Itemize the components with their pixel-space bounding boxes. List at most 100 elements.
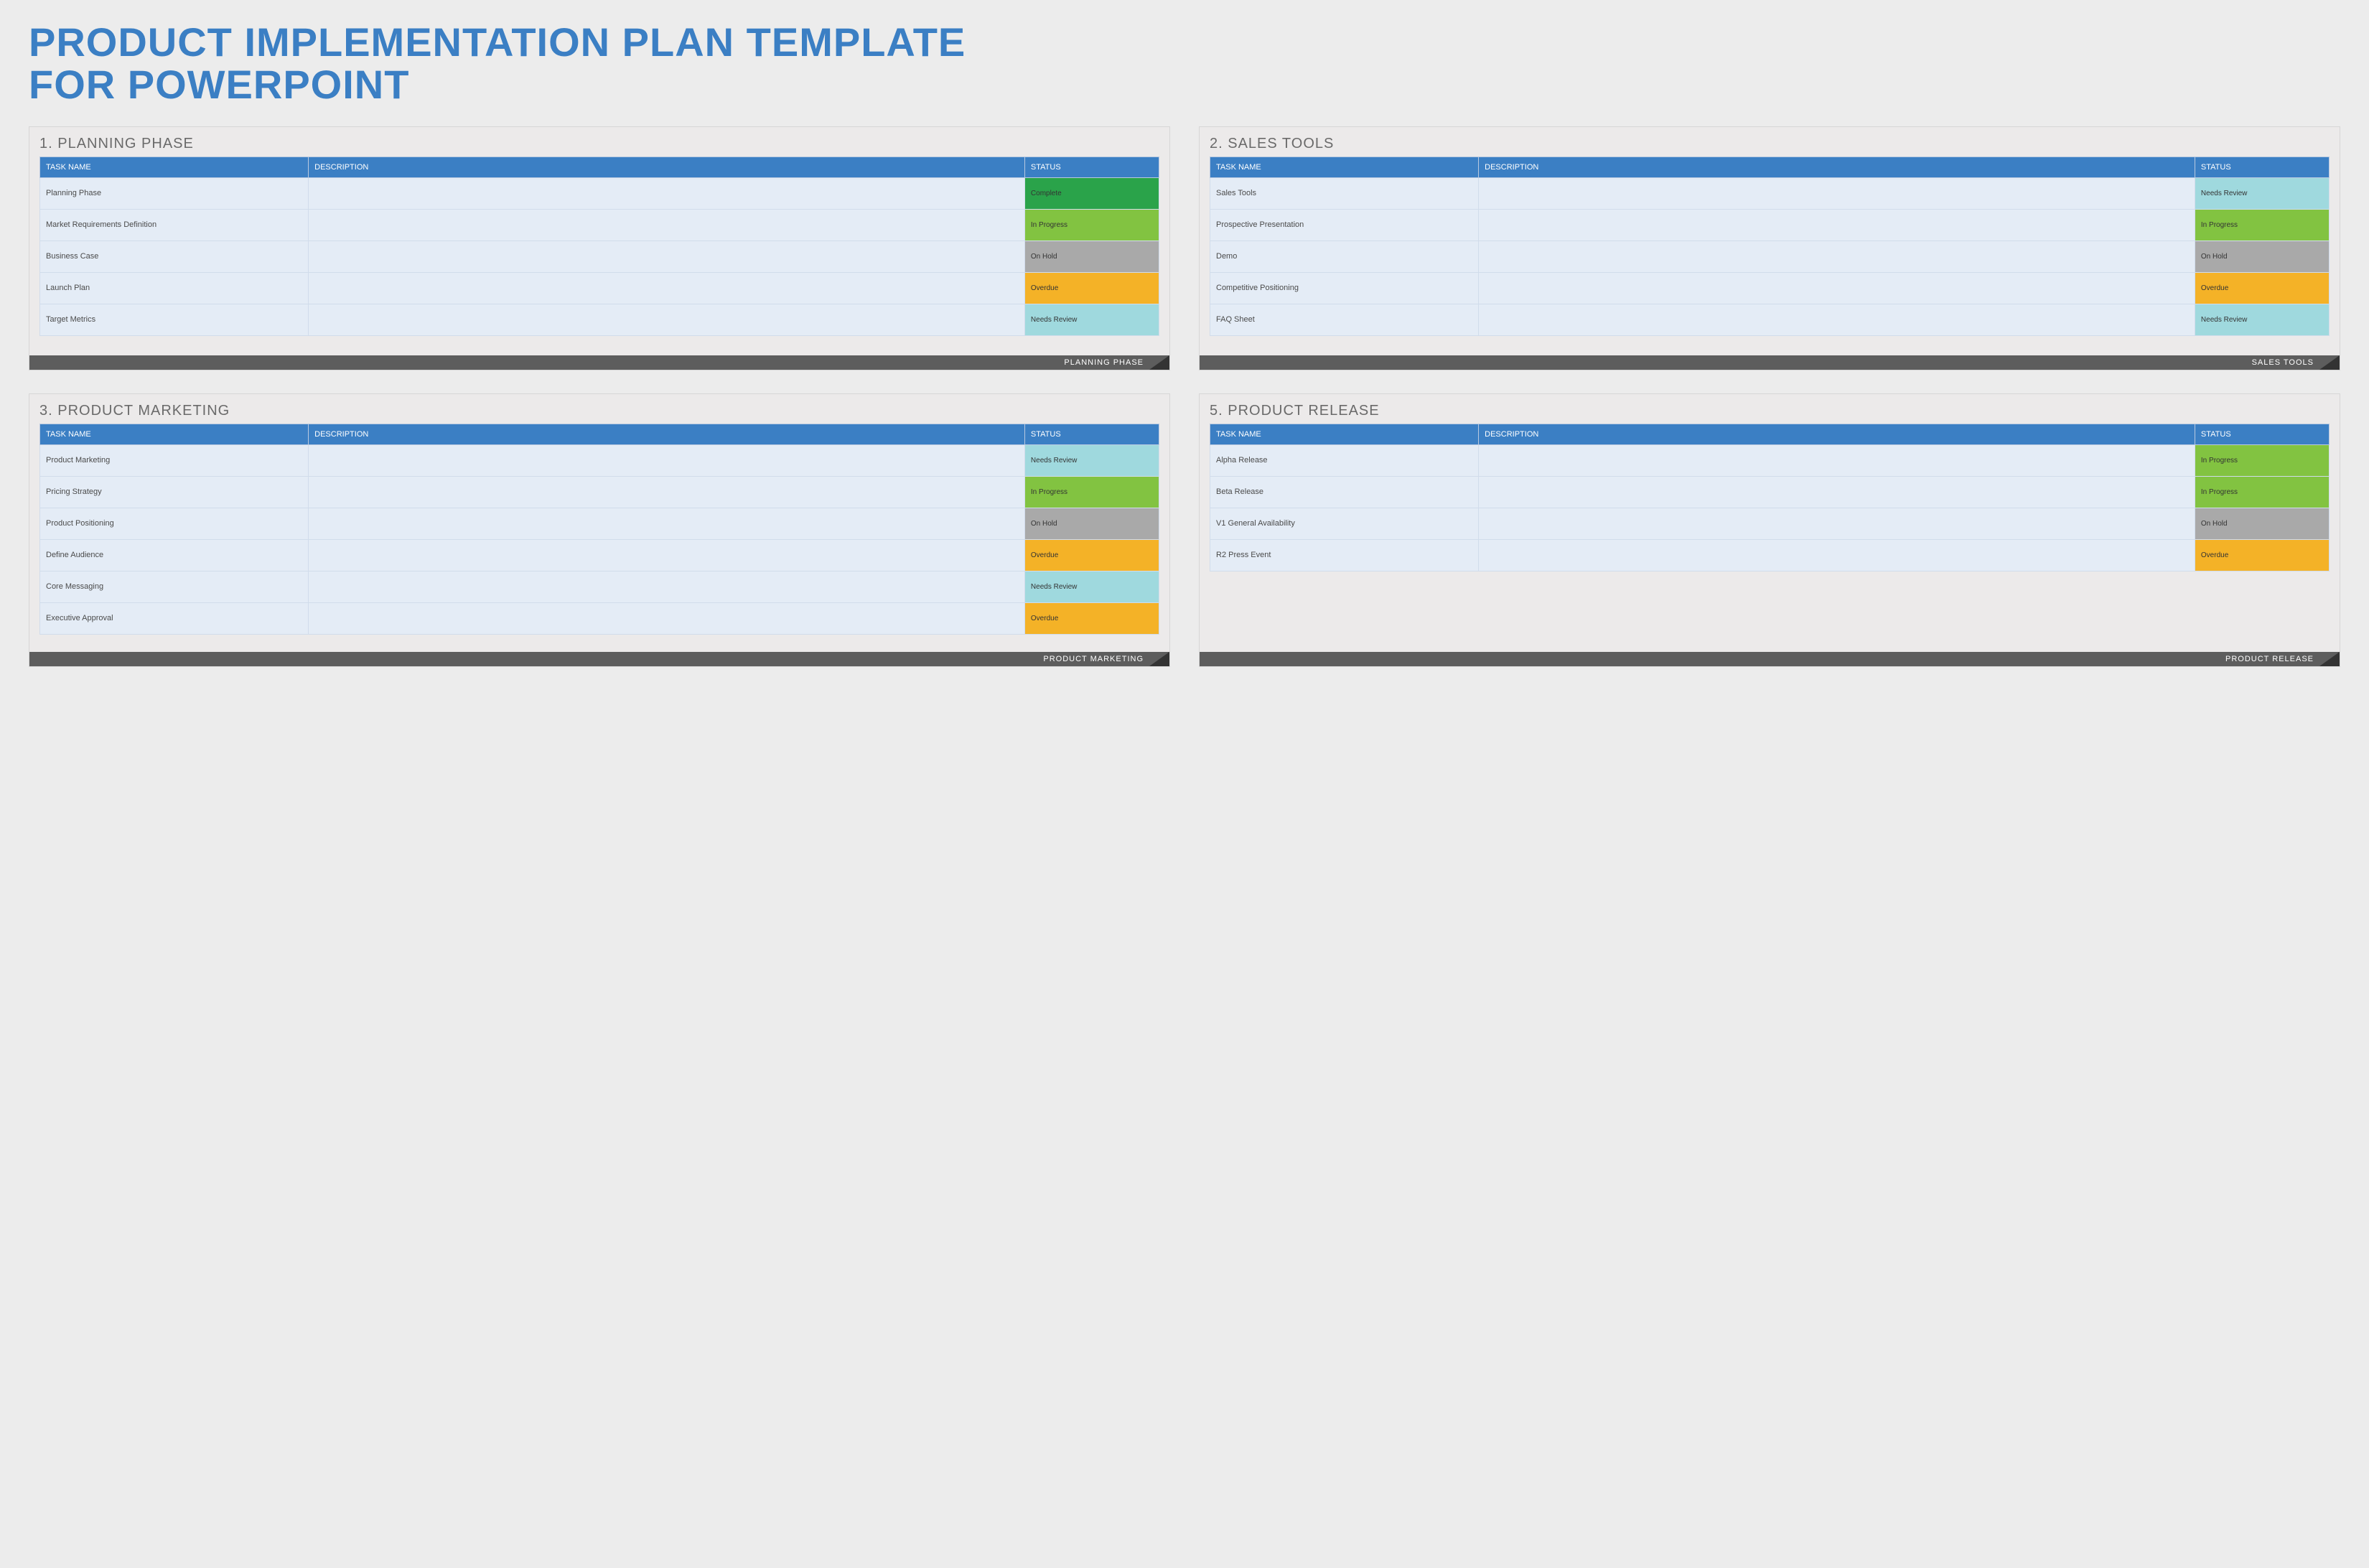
plan-table: TASK NAMEDESCRIPTIONSTATUS Sales Tools Nee… bbox=[1210, 157, 2330, 336]
task-cell: Prospective Presentation bbox=[1210, 209, 1479, 241]
col-header-status: STATUS bbox=[2195, 157, 2329, 177]
status-cell: On Hold bbox=[1024, 241, 1159, 272]
card-grid: 1. PLANNING PHASETASK NAMEDESCRIPTIONSTA… bbox=[29, 126, 2340, 667]
table-row: FAQ Sheet Needs Review bbox=[1210, 304, 2330, 335]
table-row: Launch Plan Overdue bbox=[40, 272, 1159, 304]
status-cell: On Hold bbox=[2195, 508, 2329, 539]
status-cell: Needs Review bbox=[2195, 304, 2329, 335]
table-row: Market Requirements Definition In Progres… bbox=[40, 209, 1159, 241]
status-cell: On Hold bbox=[1024, 508, 1159, 539]
table-row: Executive Approval Overdue bbox=[40, 602, 1159, 634]
desc-cell bbox=[309, 602, 1025, 634]
status-cell: On Hold bbox=[2195, 241, 2329, 272]
status-cell: Complete bbox=[1024, 177, 1159, 209]
status-cell: In Progress bbox=[1024, 476, 1159, 508]
card-footer: PLANNING PHASE bbox=[29, 355, 1169, 370]
table-row: V1 General Availability On Hold bbox=[1210, 508, 2330, 539]
col-header-status: STATUS bbox=[2195, 424, 2329, 444]
task-cell: Business Case bbox=[40, 241, 309, 272]
page-title-line1: PRODUCT IMPLEMENTATION PLAN TEMPLATE bbox=[29, 19, 966, 65]
status-cell: In Progress bbox=[2195, 444, 2329, 476]
page-title: PRODUCT IMPLEMENTATION PLAN TEMPLATE FOR… bbox=[29, 22, 2340, 106]
card-footer: PRODUCT MARKETING bbox=[29, 652, 1169, 666]
task-cell: Demo bbox=[1210, 241, 1479, 272]
table-row: Product Marketing Needs Review bbox=[40, 444, 1159, 476]
task-cell: Planning Phase bbox=[40, 177, 309, 209]
desc-cell bbox=[1479, 476, 2195, 508]
table-row: Define Audience Overdue bbox=[40, 539, 1159, 571]
col-header-task: TASK NAME bbox=[1210, 157, 1479, 177]
card-footer: SALES TOOLS bbox=[1200, 355, 2340, 370]
table-row: Business Case On Hold bbox=[40, 241, 1159, 272]
desc-cell bbox=[309, 571, 1025, 602]
status-cell: Overdue bbox=[1024, 539, 1159, 571]
col-header-desc: DESCRIPTION bbox=[309, 157, 1025, 177]
col-header-desc: DESCRIPTION bbox=[1479, 424, 2195, 444]
status-cell: In Progress bbox=[2195, 476, 2329, 508]
status-cell: Overdue bbox=[1024, 272, 1159, 304]
card-title: 2. SALES TOOLS bbox=[1210, 136, 2330, 152]
table-row: Beta ReleaseIn Progress bbox=[1210, 476, 2330, 508]
task-cell: Competitive Positioning bbox=[1210, 272, 1479, 304]
status-cell: Overdue bbox=[1024, 602, 1159, 634]
desc-cell bbox=[309, 444, 1025, 476]
table-row: Prospective Presentation In Progress bbox=[1210, 209, 2330, 241]
table-row: Competitive Positioning Overdue bbox=[1210, 272, 2330, 304]
task-cell: Define Audience bbox=[40, 539, 309, 571]
col-header-task: TASK NAME bbox=[40, 157, 309, 177]
task-cell: Launch Plan bbox=[40, 272, 309, 304]
table-row: Alpha ReleaseIn Progress bbox=[1210, 444, 2330, 476]
desc-cell bbox=[309, 209, 1025, 241]
card-footer-label: SALES TOOLS bbox=[2252, 358, 2314, 367]
desc-cell bbox=[309, 539, 1025, 571]
task-cell: Sales Tools bbox=[1210, 177, 1479, 209]
table-row: R2 Press EventOverdue bbox=[1210, 539, 2330, 571]
desc-cell bbox=[309, 304, 1025, 335]
desc-cell bbox=[309, 177, 1025, 209]
task-cell: Product Marketing bbox=[40, 444, 309, 476]
desc-cell bbox=[309, 476, 1025, 508]
col-header-status: STATUS bbox=[1024, 424, 1159, 444]
status-cell: Overdue bbox=[2195, 272, 2329, 304]
table-row: Demo On Hold bbox=[1210, 241, 2330, 272]
card-title: 3. PRODUCT MARKETING bbox=[39, 403, 1159, 419]
table-row: Sales Tools Needs Review bbox=[1210, 177, 2330, 209]
task-cell: Executive Approval bbox=[40, 602, 309, 634]
status-cell: Needs Review bbox=[1024, 304, 1159, 335]
card-title: 5. PRODUCT RELEASE bbox=[1210, 403, 2330, 419]
col-header-task: TASK NAME bbox=[40, 424, 309, 444]
task-cell: Core Messaging bbox=[40, 571, 309, 602]
desc-cell bbox=[309, 241, 1025, 272]
desc-cell bbox=[309, 508, 1025, 539]
status-cell: Needs Review bbox=[2195, 177, 2329, 209]
desc-cell bbox=[1479, 304, 2195, 335]
status-cell: In Progress bbox=[2195, 209, 2329, 241]
task-cell: Market Requirements Definition bbox=[40, 209, 309, 241]
table-row: Core Messaging Needs Review bbox=[40, 571, 1159, 602]
plan-card: 3. PRODUCT MARKETING TASK NAMEDESCRIPTION… bbox=[29, 393, 1170, 667]
desc-cell bbox=[309, 272, 1025, 304]
col-header-task: TASK NAME bbox=[1210, 424, 1479, 444]
card-title: 1. PLANNING PHASE bbox=[39, 136, 1159, 152]
status-cell: In Progress bbox=[1024, 209, 1159, 241]
table-row: Pricing Strategy In Progress bbox=[40, 476, 1159, 508]
status-cell: Needs Review bbox=[1024, 444, 1159, 476]
page-title-line2: FOR POWERPOINT bbox=[29, 62, 409, 107]
task-cell: Target Metrics bbox=[40, 304, 309, 335]
task-cell: V1 General Availability bbox=[1210, 508, 1479, 539]
plan-table: TASK NAMEDESCRIPTIONSTATUSPlanning Phase… bbox=[39, 157, 1159, 336]
plan-card: 5. PRODUCT RELEASE TASK NAMEDESCRIPTIONST… bbox=[1199, 393, 2340, 667]
plan-table: TASK NAMEDESCRIPTIONSTATUSProduct Market… bbox=[39, 424, 1159, 635]
desc-cell bbox=[1479, 272, 2195, 304]
col-header-status: STATUS bbox=[1024, 157, 1159, 177]
status-cell: Needs Review bbox=[1024, 571, 1159, 602]
desc-cell bbox=[1479, 444, 2195, 476]
status-cell: Overdue bbox=[2195, 539, 2329, 571]
desc-cell bbox=[1479, 241, 2195, 272]
task-cell: FAQ Sheet bbox=[1210, 304, 1479, 335]
card-footer: PRODUCT RELEASE bbox=[1200, 652, 2340, 666]
task-cell: Pricing Strategy bbox=[40, 476, 309, 508]
table-row: Planning Phase Complete bbox=[40, 177, 1159, 209]
col-header-desc: DESCRIPTION bbox=[1479, 157, 2195, 177]
card-footer-label: PRODUCT MARKETING bbox=[1043, 655, 1144, 663]
